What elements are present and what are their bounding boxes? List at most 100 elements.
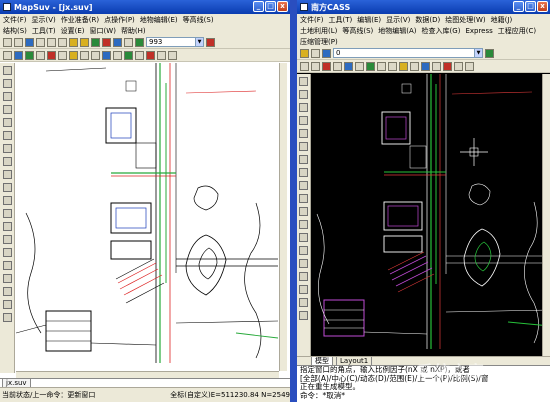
line-tool-icon[interactable] — [2, 79, 12, 88]
chamfer-icon[interactable] — [299, 246, 308, 255]
cass-menu-item-1[interactable]: 工具(T) — [329, 15, 353, 25]
mapsuv-menu2-item-2[interactable]: 设置(E) — [61, 26, 85, 36]
polyline-tool-icon[interactable] — [2, 92, 12, 101]
mapsuv-menu-item-5[interactable]: 等高线(S) — [183, 15, 214, 25]
mapsuv-menu2-item-0[interactable]: 结构(S) — [3, 26, 27, 36]
house-tool-icon[interactable] — [2, 157, 12, 166]
array-icon[interactable] — [299, 129, 308, 138]
fence-tool-icon[interactable] — [2, 209, 12, 218]
mapsuv-horizontal-scrollbar[interactable] — [16, 371, 279, 378]
delete-icon[interactable] — [146, 50, 155, 60]
fillet-icon[interactable] — [299, 259, 308, 268]
text-icon[interactable] — [58, 50, 67, 60]
pan-icon[interactable] — [91, 37, 100, 47]
zoom-in-icon[interactable] — [69, 37, 78, 47]
extend-icon[interactable] — [124, 50, 133, 60]
cass-ellipse-icon[interactable] — [399, 61, 408, 71]
mapsuv-menu-item-2[interactable]: 作业准备(R) — [61, 15, 99, 25]
elev-tool-icon[interactable] — [2, 235, 12, 244]
measure-icon[interactable] — [135, 37, 144, 47]
layer-combo[interactable]: 0 ▼ — [333, 48, 483, 58]
refresh-icon[interactable] — [102, 37, 111, 47]
tree-tool-icon[interactable] — [2, 196, 12, 205]
trim-obj-icon[interactable] — [299, 194, 308, 203]
cut-icon[interactable] — [47, 37, 56, 47]
read-icon[interactable] — [206, 37, 215, 47]
cass-spline-icon[interactable] — [388, 61, 397, 71]
cass-mtext-icon[interactable] — [465, 61, 474, 71]
cass-line-icon[interactable] — [300, 61, 309, 71]
properties-icon[interactable] — [299, 311, 308, 320]
mirror-obj-icon[interactable] — [299, 103, 308, 112]
cass-titlebar[interactable]: 南方CASS _ □ x — [297, 0, 550, 14]
scale-obj-icon[interactable] — [299, 168, 308, 177]
cass-menu2-item-3[interactable]: 检查入库(G) — [422, 26, 461, 36]
mapsuv-menu-item-0[interactable]: 文件(F) — [3, 15, 27, 25]
mapsuv-menu-item-4[interactable]: 地物编辑(E) — [140, 15, 178, 25]
layer-icon[interactable] — [113, 37, 122, 47]
prop-tool-icon[interactable] — [2, 313, 12, 322]
model-tab[interactable]: 模型 — [311, 357, 333, 365]
mapsuv-menu-item-1[interactable]: 显示(V) — [32, 15, 56, 25]
cass-rect-icon[interactable] — [344, 61, 353, 71]
road-tool-icon[interactable] — [2, 170, 12, 179]
contour-tool-icon[interactable] — [2, 248, 12, 257]
cass-polygon-icon[interactable] — [333, 61, 342, 71]
cass-minimize-button[interactable]: _ — [513, 1, 524, 12]
cass-menu2-item-2[interactable]: 地物编辑(A) — [378, 26, 416, 36]
rotate-obj-icon[interactable] — [299, 155, 308, 164]
lightbulb-icon[interactable] — [300, 48, 309, 58]
snap-tool-icon[interactable] — [2, 287, 12, 296]
cass-polyline-icon[interactable] — [322, 61, 331, 71]
cass-maximize-button[interactable]: □ — [525, 1, 536, 12]
move-icon[interactable] — [80, 50, 89, 60]
document-tab[interactable]: jx.suv — [2, 379, 31, 387]
open-icon[interactable] — [14, 37, 23, 47]
cass-table-icon[interactable] — [454, 61, 463, 71]
dim-tool-icon[interactable] — [2, 274, 12, 283]
scale-combo[interactable]: 993 ▼ — [146, 37, 204, 47]
offset-icon[interactable] — [135, 50, 144, 60]
sun-icon[interactable] — [311, 48, 320, 58]
minimize-button[interactable]: _ — [253, 1, 264, 12]
rect-tool-icon[interactable] — [2, 131, 12, 140]
zoom-out-icon[interactable] — [80, 37, 89, 47]
cass-vertical-scrollbar[interactable] — [542, 74, 550, 356]
point-icon[interactable] — [14, 50, 23, 60]
mapsuv-vertical-scrollbar[interactable] — [279, 63, 287, 371]
erase-icon[interactable] — [299, 77, 308, 86]
rotate-icon[interactable] — [91, 50, 100, 60]
pole-tool-icon[interactable] — [2, 222, 12, 231]
join-icon[interactable] — [299, 233, 308, 242]
grid-icon[interactable] — [124, 37, 133, 47]
text-tool-icon[interactable] — [2, 144, 12, 153]
polygon-icon[interactable] — [47, 50, 56, 60]
explode-icon[interactable] — [299, 272, 308, 281]
trim-icon[interactable] — [113, 50, 122, 60]
cass-menu-item-2[interactable]: 编辑(E) — [357, 15, 381, 25]
circle-tool-icon[interactable] — [2, 118, 12, 127]
mapsuv-menu2-item-4[interactable]: 帮助(H) — [121, 26, 146, 36]
offset-obj-icon[interactable] — [299, 116, 308, 125]
print-icon[interactable] — [36, 37, 45, 47]
mapsuv-titlebar[interactable]: MapSuv - [jx.suv] _ □ x — [0, 0, 290, 14]
cass-menu-item-0[interactable]: 文件(F) — [300, 15, 324, 25]
text-style-icon[interactable] — [299, 285, 308, 294]
line-icon[interactable] — [25, 50, 34, 60]
arc-icon[interactable] — [36, 50, 45, 60]
cass-menu2-item-5[interactable]: 工程应用(C) — [498, 26, 536, 36]
cass-menu-item-4[interactable]: 数据(D) — [415, 15, 440, 25]
layer-state-icon[interactable] — [322, 48, 331, 58]
mapsuv-menu2-item-3[interactable]: 窗口(W) — [90, 26, 116, 36]
mapsuv-menu2-item-1[interactable]: 工具(T) — [32, 26, 56, 36]
cass-menu2-item-0[interactable]: 土地利用(L) — [300, 26, 337, 36]
close-button[interactable]: x — [277, 1, 288, 12]
pointer-tool-icon[interactable] — [2, 66, 12, 75]
layer-tool-icon[interactable] — [2, 300, 12, 309]
extend-obj-icon[interactable] — [299, 207, 308, 216]
layer-props-icon[interactable] — [485, 48, 494, 58]
cass-menu-item-6[interactable]: 地籍(J) — [491, 15, 513, 25]
cass-region-icon[interactable] — [443, 61, 452, 71]
cass-menu2-item-1[interactable]: 等高线(S) — [342, 26, 373, 36]
mapsuv-drawing-canvas[interactable] — [16, 63, 278, 371]
